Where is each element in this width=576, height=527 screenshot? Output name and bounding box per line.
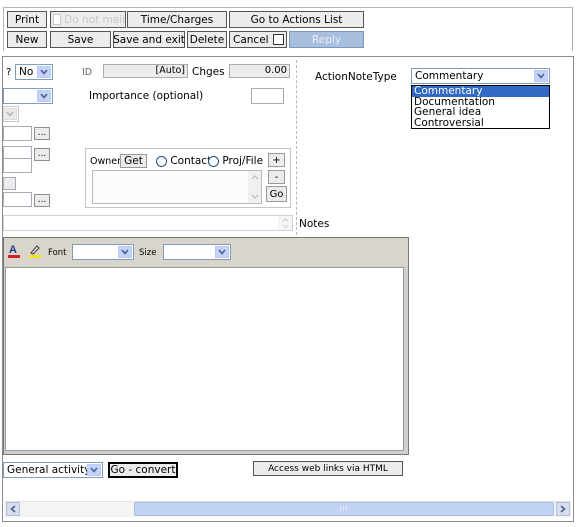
do-not-mail-checkbox[interactable]	[53, 14, 62, 25]
chevron-down-icon	[37, 66, 51, 78]
notes-label: Notes	[299, 218, 330, 230]
owner-list-scrollbar[interactable]	[248, 171, 261, 203]
chevron-down-icon	[534, 70, 548, 82]
scroll-up-icon[interactable]	[248, 171, 261, 184]
projfile-label: Proj/File	[222, 155, 264, 167]
yes-no-select[interactable]: No	[15, 64, 53, 80]
contact-label: Contact	[170, 155, 212, 167]
font-label: Font	[48, 248, 67, 258]
contact-radio-option[interactable]: Contact	[156, 155, 211, 167]
do-not-mail-toggle[interactable]: Do not mail	[50, 11, 126, 28]
get-owner-button[interactable]: Get	[120, 154, 147, 168]
left-input-4[interactable]	[3, 126, 32, 141]
svg-text:A: A	[9, 244, 17, 256]
time-charges-button[interactable]: Time/Charges	[127, 11, 227, 28]
go-owner-button[interactable]: Go	[266, 186, 287, 202]
scroll-left-icon[interactable]	[6, 502, 20, 516]
chevron-down-icon	[118, 246, 132, 258]
left-select-2[interactable]	[3, 88, 53, 104]
scroll-right-icon[interactable]	[556, 502, 570, 516]
print-button[interactable]: Print	[7, 11, 47, 28]
subject-input-spinner[interactable]	[278, 216, 292, 230]
cancel-label: Cancel	[233, 33, 269, 46]
action-note-type-value: Commentary	[415, 70, 484, 82]
editor-body[interactable]	[5, 267, 404, 451]
save-and-exit-button[interactable]: Save and exit	[113, 31, 185, 48]
scrollbar-grip: III	[339, 505, 349, 513]
option-controversial[interactable]: Controversial	[412, 117, 549, 129]
chevron-down-icon	[3, 108, 17, 120]
importance-input[interactable]	[251, 88, 284, 104]
id-value: [Auto]	[155, 65, 185, 76]
action-note-type-select[interactable]: Commentary	[411, 68, 550, 84]
go-convert-button[interactable]: Go - convert	[108, 462, 178, 478]
question-label: ?	[6, 67, 12, 78]
activity-value: General activity	[7, 464, 91, 476]
contact-radio[interactable]	[156, 155, 167, 167]
chges-label: Chges	[192, 66, 225, 78]
size-select[interactable]	[163, 244, 231, 260]
scroll-down-icon[interactable]	[248, 190, 261, 203]
left-input-6[interactable]	[3, 158, 32, 173]
delete-button[interactable]: Delete	[187, 31, 227, 48]
activity-select[interactable]: General activity	[3, 462, 103, 478]
reply-button[interactable]: Reply	[289, 31, 364, 48]
id-label: ID	[82, 67, 93, 78]
font-color-icon[interactable]: A	[7, 243, 21, 259]
subject-input[interactable]	[3, 215, 293, 231]
highlight-color-icon[interactable]	[28, 243, 42, 259]
id-field: [Auto]	[103, 64, 188, 78]
go-to-actions-list-button[interactable]: Go to Actions List	[229, 11, 364, 28]
new-button[interactable]: New	[7, 31, 47, 48]
left-select-3-disabled	[3, 106, 19, 122]
save-button[interactable]: Save	[50, 31, 111, 48]
size-label: Size	[139, 248, 157, 258]
action-note-type-label: ActionNoteType	[315, 71, 397, 83]
cancel-checkbox[interactable]	[272, 34, 284, 45]
chevron-down-icon	[215, 246, 229, 258]
remove-owner-button[interactable]: -	[268, 170, 285, 184]
importance-label: Importance (optional)	[89, 90, 204, 102]
scrollbar-thumb[interactable]: III	[134, 502, 554, 516]
chevron-down-icon	[37, 90, 51, 102]
add-owner-button[interactable]: +	[268, 153, 285, 167]
left-small-box	[3, 177, 16, 190]
option-commentary[interactable]: Commentary	[412, 86, 549, 97]
option-general-idea[interactable]: General idea	[412, 107, 549, 118]
projfile-radio-option[interactable]: Proj/File	[208, 155, 263, 167]
font-select[interactable]	[72, 244, 134, 260]
left-input-8[interactable]	[3, 192, 32, 207]
chges-value: 0.00	[264, 65, 287, 76]
projfile-radio[interactable]	[208, 155, 219, 167]
do-not-mail-label: Do not mail	[64, 13, 125, 26]
access-web-links-button[interactable]: Access web links via HTML	[253, 461, 403, 476]
cancel-button[interactable]: Cancel	[229, 31, 287, 48]
owner-label: Owner	[90, 156, 122, 167]
browse-button-2[interactable]: ...	[34, 148, 50, 161]
chges-field: 0.00	[229, 64, 290, 78]
action-note-type-dropdown: Commentary Documentation General idea Co…	[411, 85, 550, 129]
panel-divider	[296, 60, 297, 235]
owner-list[interactable]	[92, 170, 262, 204]
browse-button-1[interactable]: ...	[34, 127, 50, 140]
browse-button-3[interactable]: ...	[34, 194, 50, 207]
yes-no-value: No	[19, 66, 34, 78]
chevron-down-icon	[87, 464, 101, 476]
